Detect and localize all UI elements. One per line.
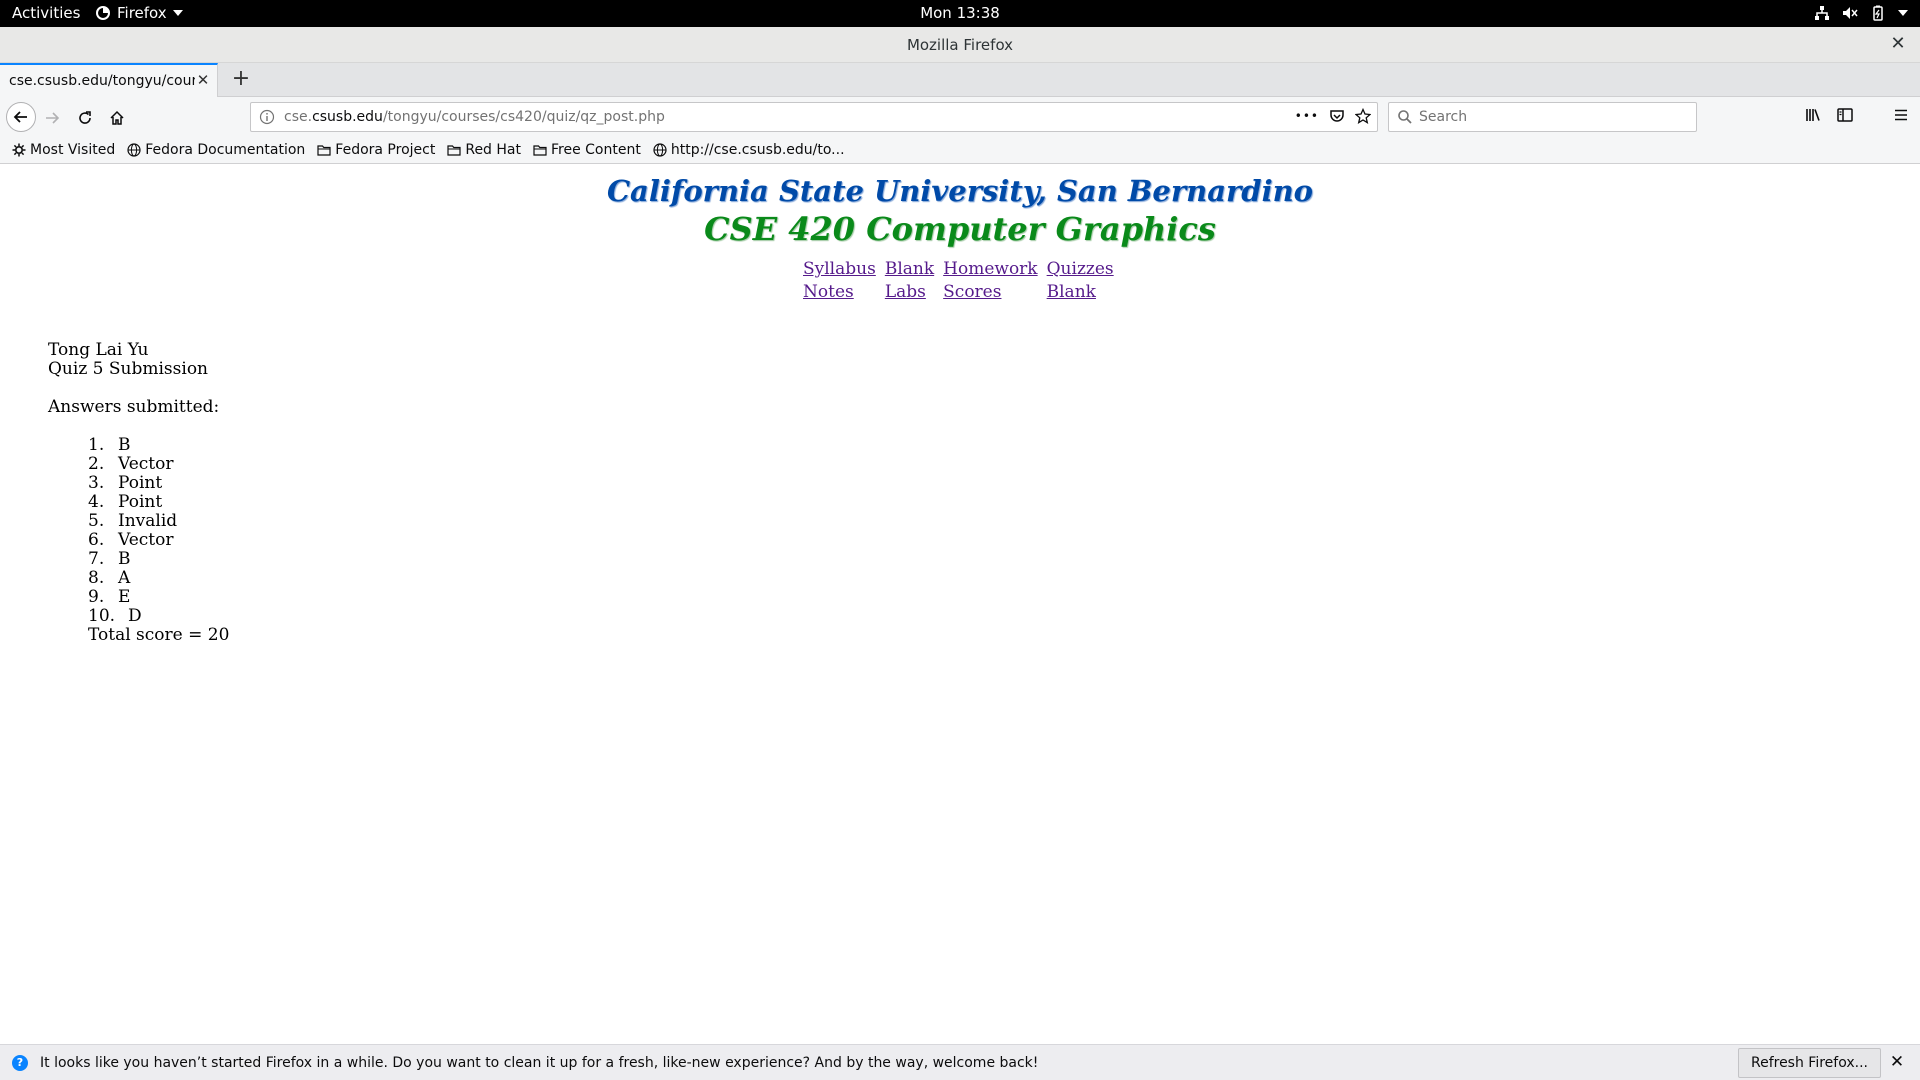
tab-close-icon[interactable]: ✕ xyxy=(195,72,211,88)
bookmark-star-icon[interactable] xyxy=(1355,108,1371,124)
submission-title: Quiz 5 Submission xyxy=(48,359,209,379)
answers-list: 1. B 2. Vector 3. Point 4. Point 5. Invalid 6… xyxy=(88,436,229,626)
system-top-bar: Activities Firefox Mon 13:38 xyxy=(0,0,1920,27)
forward-arrow-icon xyxy=(46,112,60,124)
chevron-down-icon xyxy=(172,10,183,16)
window-title: Mozilla Firefox xyxy=(906,36,1014,54)
reload-button[interactable] xyxy=(71,104,99,132)
bookmark-fedora-documentation[interactable]: Fedora Documentation xyxy=(127,142,305,158)
tab-strip: cse.csusb.edu/tongyu/courses/cs420/quiz/… xyxy=(0,63,1920,97)
back-button[interactable] xyxy=(6,102,36,132)
window-close-button[interactable]: ✕ xyxy=(1888,34,1908,54)
list-item: 5. Invalid xyxy=(88,511,178,531)
bookmark-fedora-project[interactable]: Fedora Project xyxy=(317,142,435,158)
navigation-toolbar: cse.csusb.edu/tongyu/courses/cs420/quiz/… xyxy=(0,97,1920,137)
nav-link-blank-2[interactable]: Blank xyxy=(1047,282,1096,302)
gear-icon xyxy=(12,143,26,157)
folder-icon xyxy=(533,145,547,156)
student-name: Tong Lai Yu xyxy=(48,340,149,360)
info-icon[interactable] xyxy=(259,109,275,125)
app-menu-label: Firefox xyxy=(117,4,167,22)
volume-muted-icon xyxy=(1843,7,1858,19)
search-bar[interactable] xyxy=(1388,102,1697,132)
list-item: 1. B xyxy=(88,435,131,455)
question-icon: ? xyxy=(12,1055,28,1071)
tab-label: cse.csusb.edu/tongyu/courses/cs420/quiz/… xyxy=(9,73,195,89)
notification-close-icon[interactable]: ✕ xyxy=(1888,1053,1906,1071)
nav-link-homework[interactable]: Homework xyxy=(943,259,1037,279)
back-arrow-icon xyxy=(13,111,27,123)
refresh-firefox-button[interactable]: Refresh Firefox... xyxy=(1738,1048,1881,1078)
bookmark-free-content[interactable]: Free Content xyxy=(533,142,641,158)
university-title: California State University, San Bernard… xyxy=(606,174,1314,208)
app-menu-button[interactable]: Firefox xyxy=(95,4,183,22)
pocket-icon[interactable] xyxy=(1329,108,1345,124)
network-icon xyxy=(1815,6,1829,20)
answers-heading: Answers submitted: xyxy=(48,397,220,417)
search-input[interactable] xyxy=(1419,107,1689,127)
list-item: 4. Point xyxy=(88,492,163,512)
page-content: California State University, San Bernard… xyxy=(0,164,1920,1044)
list-item: 6. Vector xyxy=(88,530,174,550)
search-icon xyxy=(1398,110,1412,124)
list-item: 9. E xyxy=(88,587,131,607)
total-score: Total score = 20 xyxy=(88,625,230,645)
notification-message: It looks like you haven’t started Firefo… xyxy=(40,1055,1039,1071)
page-actions-button[interactable]: ••• xyxy=(1295,109,1319,123)
window-title-bar: Mozilla Firefox ✕ xyxy=(0,27,1920,63)
forward-button[interactable] xyxy=(38,104,66,132)
list-item: 2. Vector xyxy=(88,454,174,474)
folder-icon xyxy=(447,145,461,156)
notification-bar: ? It looks like you haven’t started Fire… xyxy=(0,1044,1920,1080)
new-tab-button[interactable]: + xyxy=(229,67,253,91)
nav-link-blank[interactable]: Blank xyxy=(885,259,934,279)
system-status-area[interactable] xyxy=(1814,5,1908,21)
bookmark-most-visited[interactable]: Most Visited xyxy=(12,142,115,158)
globe-icon xyxy=(653,143,667,157)
bookmark-red-hat[interactable]: Red Hat xyxy=(447,142,521,158)
url-text[interactable]: cse.csusb.edu/tongyu/courses/cs420/quiz/… xyxy=(284,109,665,125)
bookmarks-toolbar: Most Visited Fedora Documentation Fedora… xyxy=(0,137,1920,164)
clock[interactable]: Mon 13:38 xyxy=(920,4,1000,22)
course-title: CSE 420 Computer Graphics xyxy=(704,210,1216,248)
folder-icon xyxy=(317,145,331,156)
sidebar-icon[interactable] xyxy=(1836,106,1854,124)
tab-active[interactable]: cse.csusb.edu/tongyu/courses/cs420/quiz/… xyxy=(0,63,218,97)
bookmark-cse-csusb[interactable]: http://cse.csusb.edu/to... xyxy=(653,142,845,158)
nav-link-notes[interactable]: Notes xyxy=(803,282,854,302)
activities-button[interactable]: Activities xyxy=(12,4,80,22)
hamburger-menu-icon[interactable] xyxy=(1892,106,1910,124)
list-item: 3. Point xyxy=(88,473,163,493)
globe-icon xyxy=(127,143,141,157)
home-button[interactable] xyxy=(103,104,131,132)
submission-body: Tong Lai Yu Quiz 5 Submission Answers su… xyxy=(48,341,229,645)
library-icon[interactable] xyxy=(1804,106,1822,124)
reload-icon xyxy=(79,111,91,124)
battery-icon xyxy=(1873,5,1883,21)
list-item: 7. B xyxy=(88,549,131,569)
url-bar[interactable]: cse.csusb.edu/tongyu/courses/cs420/quiz/… xyxy=(250,102,1378,132)
nav-link-syllabus[interactable]: Syllabus xyxy=(803,259,876,279)
list-item: 10. D xyxy=(88,606,142,626)
nav-link-labs[interactable]: Labs xyxy=(885,282,926,302)
firefox-app-icon xyxy=(96,6,110,20)
nav-link-quizzes[interactable]: Quizzes xyxy=(1047,259,1114,279)
course-nav-table: Syllabus Blank Homework Quizzes Notes La… xyxy=(800,258,1120,304)
list-item: 8. A xyxy=(88,568,131,588)
home-icon xyxy=(110,110,124,125)
chevron-down-icon xyxy=(1898,10,1908,16)
nav-link-scores[interactable]: Scores xyxy=(943,282,1001,302)
